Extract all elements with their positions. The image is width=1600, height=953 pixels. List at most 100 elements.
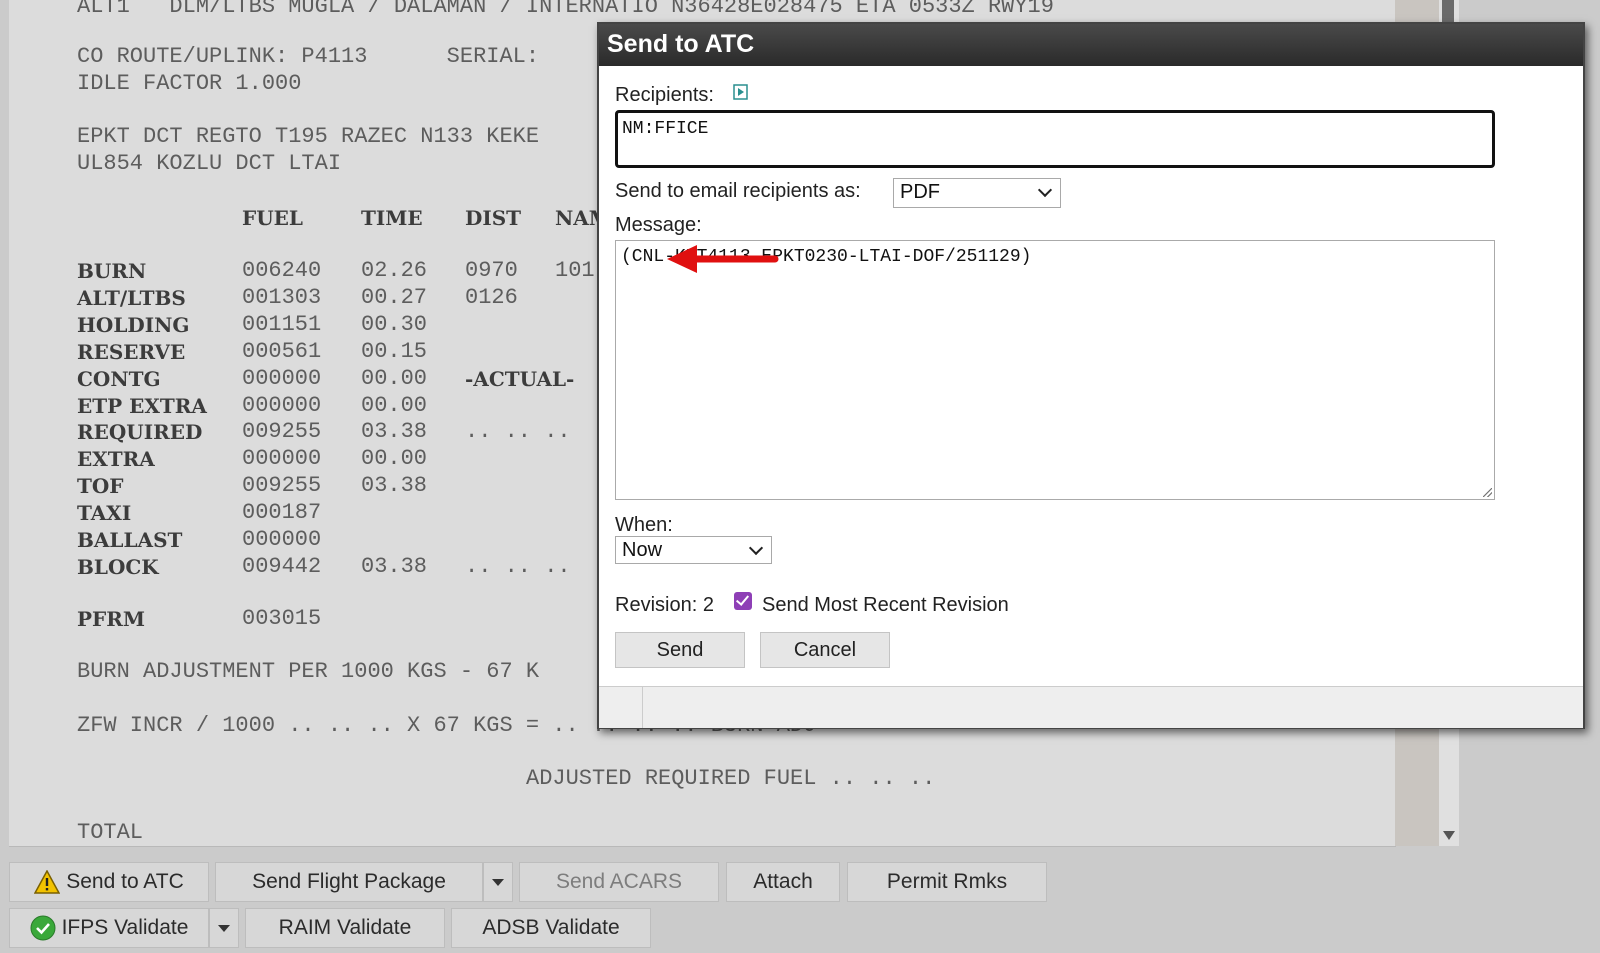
header-fuel: FUEL (242, 206, 303, 230)
fuel-row-fuel: 000000 (242, 446, 322, 472)
scrollbar-thumb[interactable] (1442, 0, 1454, 22)
fuel-row-fuel: 000000 (242, 527, 322, 552)
fuel-row-label: RESERVE (77, 339, 186, 364)
raim-validate-label: RAIM Validate (278, 916, 412, 939)
idle-factor-line: IDLE FACTOR 1.000 (77, 71, 302, 96)
fuel-row-fuel: 000561 (242, 338, 322, 364)
fuel-row-fuel: 000000 (242, 392, 322, 418)
fuel-row-time: 03.38 (361, 419, 428, 445)
fuel-row-label: EXTRA (77, 447, 155, 472)
fuel-row-dist: -ACTUAL- (465, 366, 575, 391)
fuel-row-fuel: 006240 (242, 258, 322, 283)
fuel-row-time: 00.00 (361, 365, 428, 391)
fuel-row-label: BURN (77, 259, 147, 283)
send-recent-label: Send Most Recent Revision (762, 594, 1009, 616)
fuel-row-fuel: 001151 (242, 311, 322, 337)
ifps-validate-button[interactable]: IFPS Validate (9, 908, 209, 948)
fuel-row-label: ALT/LTBS (77, 285, 186, 310)
send-flight-package-button[interactable]: Send Flight Package (215, 862, 483, 902)
cancel-button[interactable]: Cancel (760, 632, 890, 668)
fuel-row-fuel: 001303 (242, 284, 322, 310)
fuel-row-fuel: 009442 (242, 553, 322, 579)
header-dist: DIST (465, 206, 522, 230)
pfrm-label: PFRM (77, 607, 145, 631)
chevron-down-icon (218, 924, 230, 932)
send-recent-checkbox[interactable] (734, 592, 752, 610)
fuel-row-label: HOLDING (77, 312, 190, 337)
when-value: Now (622, 539, 663, 561)
total-line: TOTAL (77, 820, 144, 845)
ifps-validate-label: IFPS Validate (61, 916, 189, 939)
expand-recipients-icon[interactable] (733, 84, 748, 100)
header-time: TIME (361, 206, 423, 230)
fuel-row-dist: .. .. .. (465, 553, 571, 579)
annotation-arrow-icon (667, 245, 779, 273)
fuel-row-fuel: 000000 (242, 365, 322, 391)
chevron-down-icon (1037, 182, 1053, 198)
fuel-row-fuel: 009255 (242, 473, 322, 499)
fuel-row-extra: 101 (555, 258, 595, 283)
fuel-row-label: BALLAST (77, 528, 183, 552)
warning-icon (34, 870, 61, 894)
adjusted-required-line: ADJUSTED REQUIRED FUEL .. .. .. (526, 766, 936, 791)
send-acars-label: Send ACARS (555, 870, 683, 893)
adsb-validate-button[interactable]: ADSB Validate (451, 908, 651, 948)
revision-label: Revision: 2 (615, 594, 714, 616)
raim-validate-button[interactable]: RAIM Validate (245, 908, 445, 948)
attach-label: Attach (753, 870, 813, 893)
fuel-row-fuel: 009255 (242, 419, 322, 445)
email-format-value: PDF (900, 181, 940, 203)
email-format-select[interactable]: PDF (893, 178, 1061, 208)
check-circle-icon (30, 915, 56, 941)
scroll-down-arrow-icon[interactable] (1443, 831, 1455, 840)
fuel-row-time: 00.00 (361, 446, 428, 472)
email-format-label: Send to email recipients as: (615, 180, 861, 202)
recipients-label: Recipients: (615, 84, 714, 106)
fuel-row-fuel: 000187 (242, 500, 322, 526)
fuel-row-time: 03.38 (361, 473, 428, 499)
co-route-line: CO ROUTE/UPLINK: P4113 SERIAL: (77, 44, 540, 69)
message-label: Message: (615, 214, 702, 236)
send-to-atc-label: Send to ATC (66, 870, 184, 893)
fuel-row-time: 00.00 (361, 392, 428, 418)
send-to-atc-dialog: Send to ATC Recipients: NM:FFICE Send to… (597, 22, 1585, 729)
fuel-row-time: 00.30 (361, 311, 428, 337)
fuel-row-time: 00.27 (361, 284, 428, 310)
pfrm-value: 003015 (242, 606, 322, 631)
chevron-down-icon (492, 878, 504, 886)
recipients-field[interactable]: NM:FFICE (615, 110, 1495, 168)
fuel-row-dist: .. .. .. (465, 419, 571, 445)
send-button[interactable]: Send (615, 632, 745, 668)
dialog-title[interactable]: Send to ATC (599, 24, 1583, 66)
status-cell (599, 687, 643, 728)
burn-adjustment-line: BURN ADJUSTMENT PER 1000 KGS - 67 K (77, 659, 540, 684)
resize-grip-icon[interactable] (1483, 488, 1492, 497)
send-flight-package-label: Send Flight Package (252, 870, 446, 893)
route-line-2: UL854 KOZLU DCT LTAI (77, 151, 342, 176)
route-line-1: EPKT DCT REGTO T195 RAZEC N133 KEKE (77, 124, 540, 149)
fuel-row-time: 00.15 (361, 338, 428, 364)
chevron-down-icon (748, 540, 764, 556)
fuel-row-time: 03.38 (361, 553, 428, 579)
fuel-row-label: TOF (77, 474, 124, 499)
send-flight-package-dropdown[interactable] (483, 862, 513, 902)
send-to-atc-button[interactable]: Send to ATC (9, 862, 209, 902)
fuel-row-label: TAXI (77, 501, 132, 526)
when-select[interactable]: Now (615, 536, 772, 564)
fuel-row-time: 02.26 (361, 258, 428, 283)
fuel-row-label: BLOCK (77, 554, 159, 579)
ifps-validate-dropdown[interactable] (209, 908, 239, 948)
fuel-row-label: CONTG (77, 366, 161, 391)
dialog-status-bar (599, 686, 1583, 728)
alternate-line: ALT1 DLM/LTBS MUGLA / DALAMAN / INTERNAT… (77, 0, 1054, 19)
fuel-row-label: REQUIRED (77, 420, 203, 445)
when-label: When: (615, 514, 673, 536)
permit-rmks-button[interactable]: Permit Rmks (847, 862, 1047, 902)
message-textarea[interactable]: (CNL-KKT4113-EPKT0230-LTAI-DOF/251129) (615, 240, 1495, 500)
attach-button[interactable]: Attach (726, 862, 840, 902)
fuel-row-dist: 0970 (465, 258, 518, 283)
fuel-row-dist: 0126 (465, 284, 518, 310)
permit-rmks-label: Permit Rmks (886, 870, 1008, 893)
fuel-row-label: ETP EXTRA (77, 393, 207, 418)
send-acars-button[interactable]: Send ACARS (519, 862, 719, 902)
